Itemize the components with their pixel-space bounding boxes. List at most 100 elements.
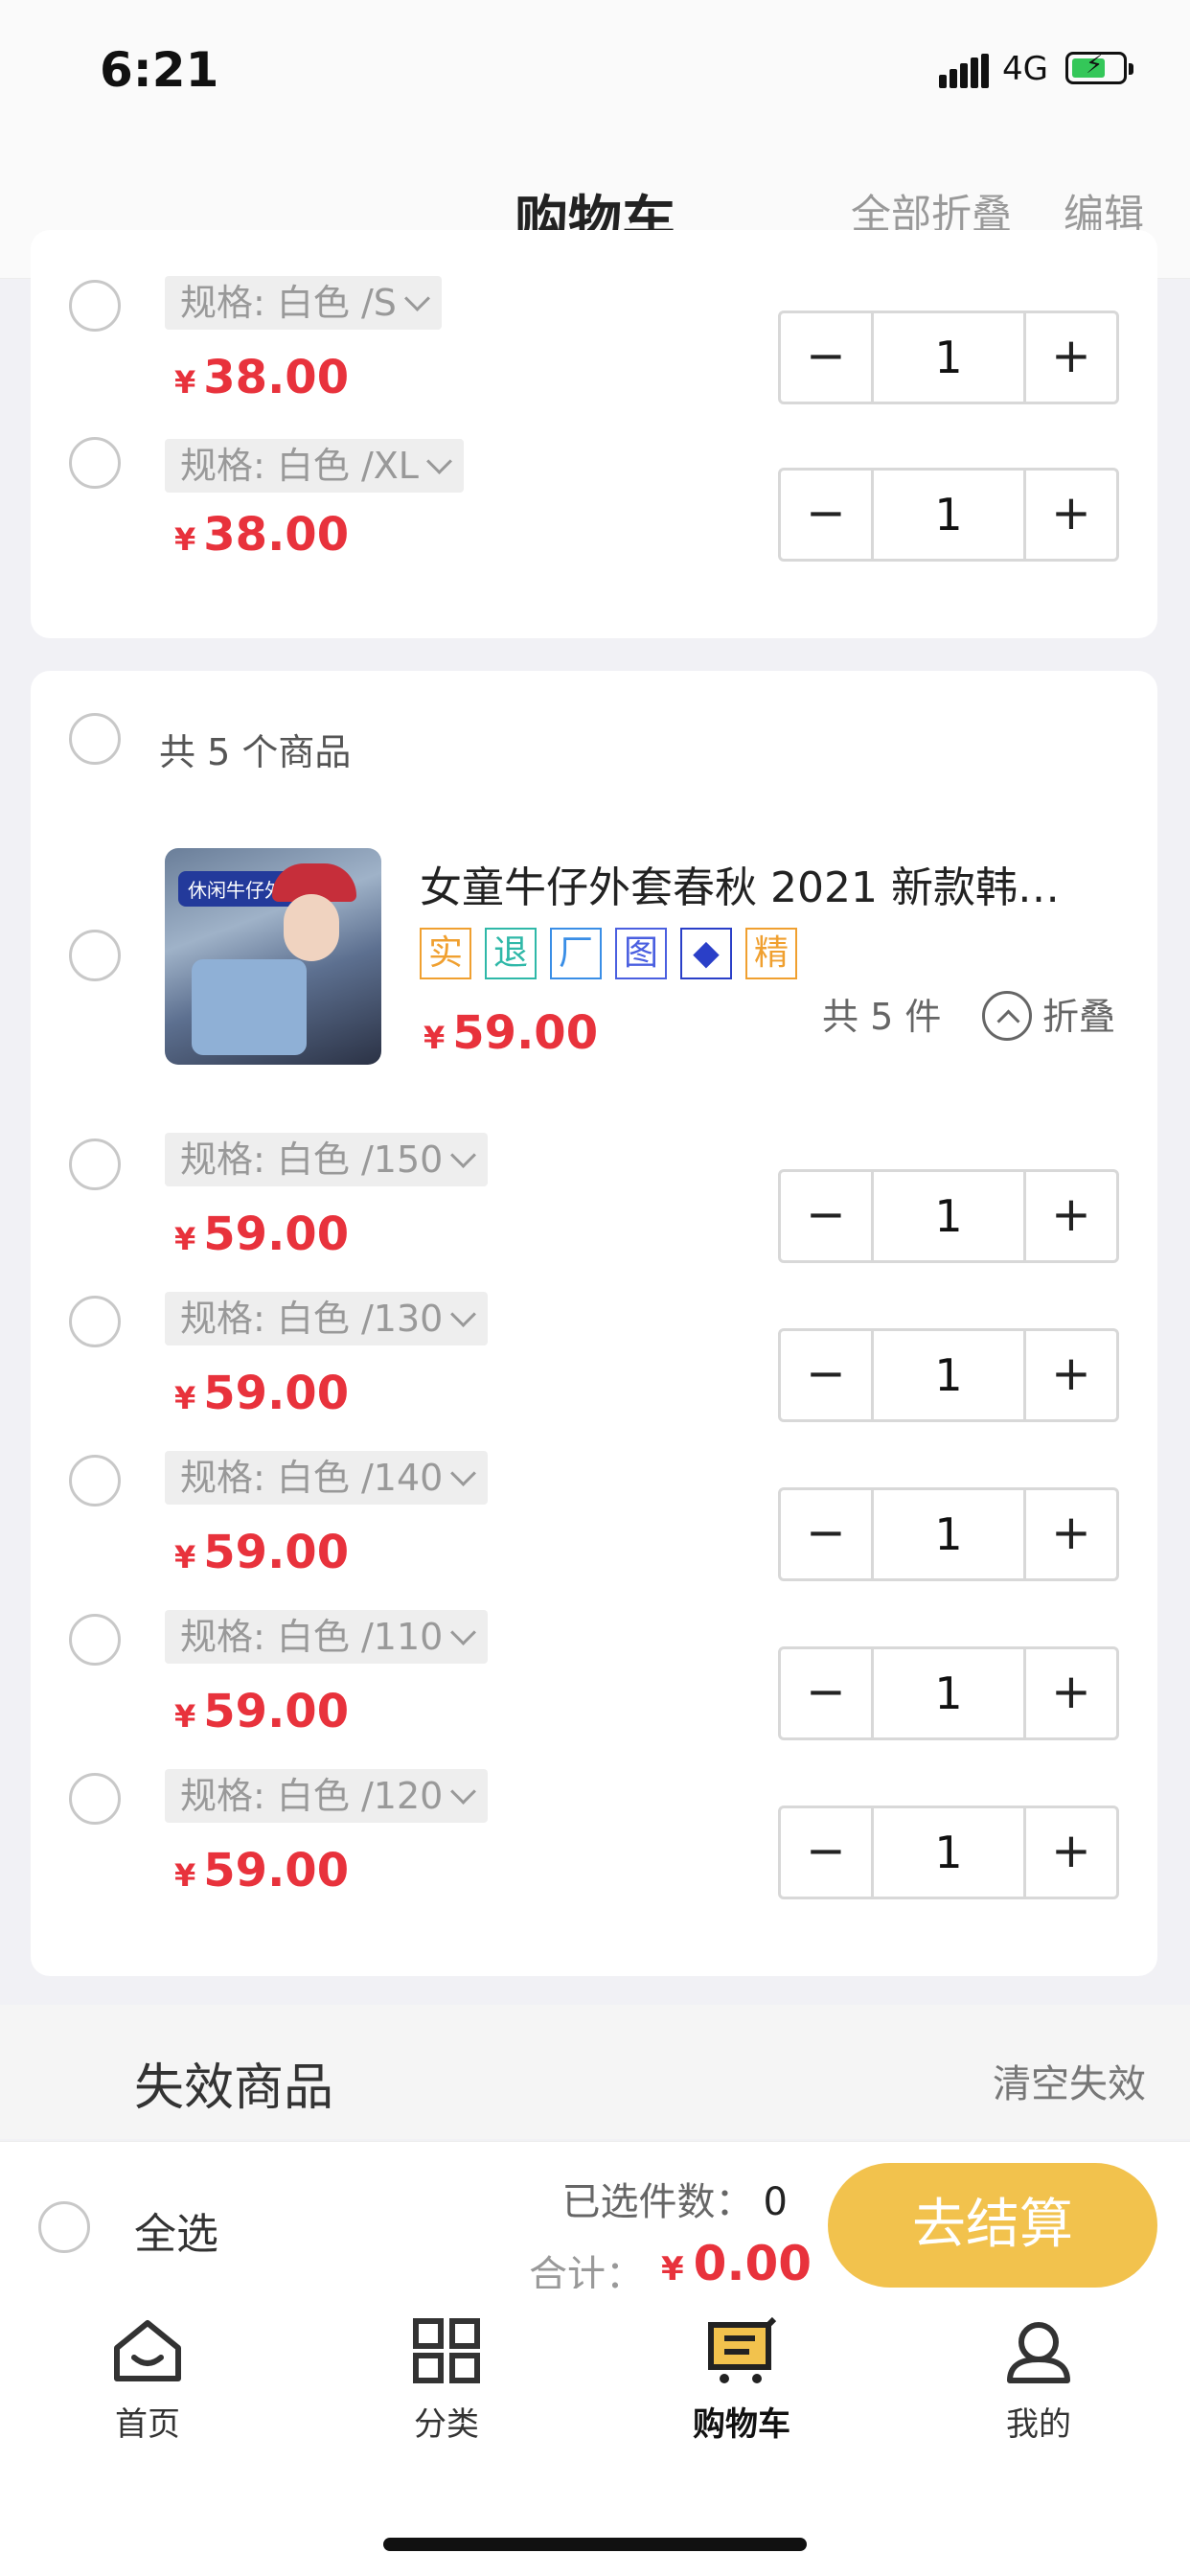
spec-selector[interactable]: 规格: 白色 /150 [165, 1133, 489, 1186]
home-indicator [383, 2538, 807, 2551]
cart-icon [708, 2317, 777, 2383]
item-price: ¥59.00 [174, 1526, 350, 1579]
product-name[interactable]: 女童牛仔外套春秋 2021 新款韩… [420, 853, 1060, 914]
item-checkbox[interactable] [69, 1455, 121, 1506]
handshake-icon: ◆ [680, 928, 732, 979]
badge-premium: 精 [745, 928, 797, 979]
decrease-button[interactable]: − [781, 1808, 874, 1897]
chevron-down-icon [403, 286, 430, 311]
item-checkbox[interactable] [69, 1296, 121, 1347]
quantity-value[interactable]: 1 [871, 1808, 1026, 1897]
decrease-button[interactable]: − [781, 1331, 874, 1419]
increase-button[interactable]: + [1023, 1331, 1116, 1419]
chevron-down-icon [450, 1142, 477, 1168]
item-checkbox[interactable] [69, 437, 121, 489]
chevron-down-icon [450, 1620, 477, 1645]
item-checkbox[interactable] [69, 1773, 121, 1825]
quantity-stepper: − 1 + [778, 1806, 1119, 1899]
item-price: ¥38.00 [174, 351, 350, 404]
grid-icon [413, 2318, 480, 2383]
spec-selector[interactable]: 规格: 白色 /110 [165, 1610, 489, 1664]
increase-button[interactable]: + [1023, 1808, 1116, 1897]
increase-button[interactable]: + [1023, 1172, 1116, 1260]
spec-label: 规格: 白色 /120 [180, 1775, 444, 1817]
quantity-stepper: − 1 + [778, 1646, 1119, 1740]
user-icon [1007, 2322, 1070, 2383]
home-icon [114, 2320, 181, 2381]
decrease-button[interactable]: − [781, 1172, 874, 1260]
quantity-value[interactable]: 1 [871, 1649, 1026, 1737]
checkout-bar: 全选 已选件数： 0 合计： ¥0.00 去结算 [0, 2141, 1190, 2297]
tab-mine[interactable]: 我的 [943, 2317, 1134, 2445]
quantity-stepper: − 1 + [778, 1487, 1119, 1581]
product-checkbox[interactable] [69, 930, 121, 981]
quantity-value[interactable]: 1 [871, 1172, 1026, 1260]
item-checkbox[interactable] [69, 1138, 121, 1190]
badge-return: 退 [485, 928, 537, 979]
chevron-up-circle-icon[interactable] [982, 991, 1032, 1041]
item-price: ¥38.00 [174, 508, 350, 562]
spec-selector[interactable]: 规格: 白色 /120 [165, 1769, 489, 1823]
quantity-value[interactable]: 1 [871, 313, 1026, 402]
select-all-label[interactable]: 全选 [134, 2199, 218, 2261]
decrease-button[interactable]: − [781, 313, 874, 402]
spec-selector[interactable]: 规格: 白色 /XL [165, 439, 464, 493]
chevron-down-icon [450, 1460, 477, 1486]
select-all-checkbox[interactable] [38, 2201, 90, 2253]
chevron-down-icon [450, 1301, 477, 1327]
item-price: ¥59.00 [174, 1208, 350, 1261]
badge-factory: 厂 [550, 928, 602, 979]
tab-category[interactable]: 分类 [351, 2317, 542, 2445]
tab-cart[interactable]: 购物车 [646, 2317, 837, 2445]
quantity-value[interactable]: 1 [871, 1331, 1026, 1419]
badge-image: 图 [615, 928, 667, 979]
cart-group-card: 规格: 白色 /S ¥38.00 − 1 + 规格: 白色 /XL ¥38.00… [31, 230, 1157, 638]
quantity-stepper: − 1 + [778, 1328, 1119, 1422]
item-checkbox[interactable] [69, 280, 121, 332]
spec-selector[interactable]: 规格: 白色 /S [165, 276, 442, 330]
spec-label: 规格: 白色 /XL [180, 445, 419, 487]
item-price: ¥59.00 [174, 1367, 350, 1420]
spec-selector[interactable]: 规格: 白色 /130 [165, 1292, 489, 1346]
item-checkbox[interactable] [69, 1614, 121, 1666]
decrease-button[interactable]: − [781, 471, 874, 559]
quantity-stepper: − 1 + [778, 310, 1119, 404]
product-total-pieces: 共 5 件 [822, 996, 942, 1038]
item-price: ¥59.00 [174, 1844, 350, 1898]
network-type: 4G [1002, 50, 1048, 88]
decrease-button[interactable]: − [781, 1649, 874, 1737]
total-value: ¥0.00 [661, 2236, 812, 2291]
invalid-goods-bar: 失效商品 清空失效 [0, 2005, 1190, 2139]
spec-selector[interactable]: 规格: 白色 /140 [165, 1451, 489, 1505]
decrease-button[interactable]: − [781, 1490, 874, 1578]
fold-button[interactable]: 折叠 [1042, 987, 1115, 1040]
group-checkbox[interactable] [69, 713, 121, 765]
clear-invalid-button[interactable]: 清空失效 [993, 2053, 1146, 2108]
increase-button[interactable]: + [1023, 313, 1116, 402]
spec-label: 规格: 白色 /S [180, 282, 397, 324]
badge-real: 实 [420, 928, 471, 979]
tab-home[interactable]: 首页 [52, 2317, 243, 2445]
status-bar: 6:21 4G ⚡ [0, 0, 1190, 144]
increase-button[interactable]: + [1023, 1649, 1116, 1737]
cart-group-card: 共 5 个商品 休闲牛仔外套 女童牛仔外套春秋 2021 新款韩… 实退厂图 ◆ 精… [31, 671, 1157, 1976]
increase-button[interactable]: + [1023, 1490, 1116, 1578]
selected-count: 已选件数： 0 [561, 2180, 788, 2224]
quantity-value[interactable]: 1 [871, 471, 1026, 559]
chevron-down-icon [426, 448, 452, 474]
spec-label: 规格: 白色 /110 [180, 1616, 444, 1658]
checkout-button[interactable]: 去结算 [828, 2163, 1157, 2288]
quantity-value[interactable]: 1 [871, 1490, 1026, 1578]
signal-icon [939, 54, 989, 88]
spec-label: 规格: 白色 /140 [180, 1457, 444, 1499]
item-price: ¥59.00 [174, 1685, 350, 1738]
spec-label: 规格: 白色 /150 [180, 1138, 444, 1181]
invalid-goods-title: 失效商品 [134, 2059, 334, 2117]
increase-button[interactable]: + [1023, 471, 1116, 559]
spec-label: 规格: 白色 /130 [180, 1298, 444, 1340]
tab-bar: 首页 分类 购物车 我的 [0, 2288, 1190, 2576]
product-thumbnail[interactable]: 休闲牛仔外套 [165, 848, 381, 1065]
chevron-down-icon [450, 1779, 477, 1805]
quantity-stepper: − 1 + [778, 1169, 1119, 1263]
status-time: 6:21 [100, 42, 219, 98]
